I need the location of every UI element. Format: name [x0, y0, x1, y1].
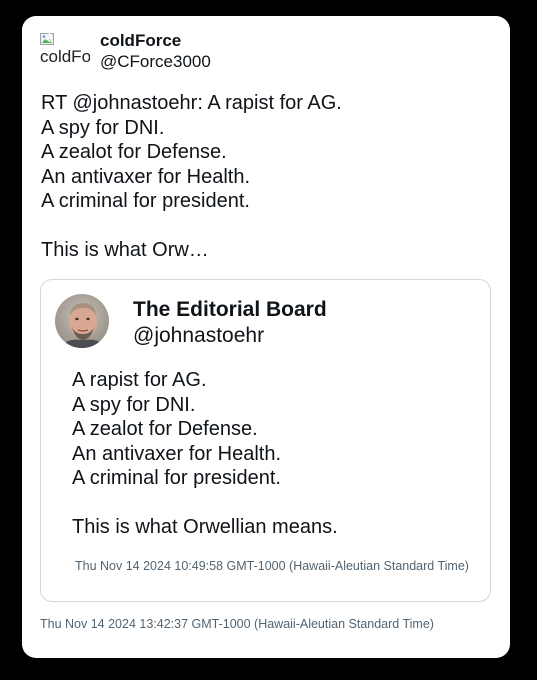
- quoted-tweet[interactable]: The Editorial Board @johnastoehr A rapis…: [40, 279, 491, 602]
- tweet-header: coldForce coldForce @CForce3000: [40, 30, 480, 74]
- tweet-text-line: A zealot for Defense.: [41, 141, 227, 163]
- tweet-card: coldForce coldForce @CForce3000 RT @john…: [22, 16, 510, 658]
- avatar-photo: [55, 294, 109, 348]
- author-avatar[interactable]: coldForce: [40, 33, 90, 69]
- quoted-author-avatar[interactable]: [55, 294, 109, 348]
- author-handle[interactable]: @CForce3000: [100, 51, 211, 73]
- tweet-timestamp[interactable]: Thu Nov 14 2024 13:42:37 GMT-1000 (Hawai…: [40, 617, 434, 631]
- broken-image-icon: [40, 33, 54, 45]
- author-display-name[interactable]: coldForce: [100, 31, 211, 51]
- quoted-text-line: A criminal for president.: [72, 467, 281, 489]
- quoted-tweet-text: A rapist for AG. A spy for DNI. A zealot…: [72, 368, 482, 540]
- quoted-text-line: This is what Orwellian means.: [72, 516, 338, 538]
- tweet-text: RT @johnastoehr: A rapist for AG. A spy …: [41, 91, 491, 263]
- tweet-text-line: An antivaxer for Health.: [41, 165, 250, 188]
- quoted-text-blank-line: [72, 491, 482, 516]
- tweet-text-line: This is what Orw…: [41, 239, 209, 261]
- tweet-text-line: A spy for DNI.: [41, 116, 165, 139]
- author-avatar-alt: coldForce: [40, 47, 90, 66]
- quoted-tweet-timestamp[interactable]: Thu Nov 14 2024 10:49:58 GMT-1000 (Hawai…: [75, 559, 469, 573]
- quoted-text-line: A spy for DNI.: [72, 393, 196, 416]
- quoted-author-handle[interactable]: @johnastoehr: [133, 322, 327, 349]
- quoted-text-line: A rapist for AG.: [72, 369, 207, 391]
- tweet-text-line: RT @johnastoehr: A rapist for AG.: [41, 92, 342, 114]
- quoted-author-name-block: The Editorial Board @johnastoehr: [133, 298, 327, 349]
- tweet-text-line: A criminal for president.: [41, 190, 250, 212]
- quoted-text-line: An antivaxer for Health.: [72, 442, 281, 465]
- quoted-author-display-name[interactable]: The Editorial Board: [133, 298, 327, 322]
- quoted-text-line: A zealot for Defense.: [72, 418, 258, 440]
- author-name-block: coldForce @CForce3000: [100, 31, 211, 73]
